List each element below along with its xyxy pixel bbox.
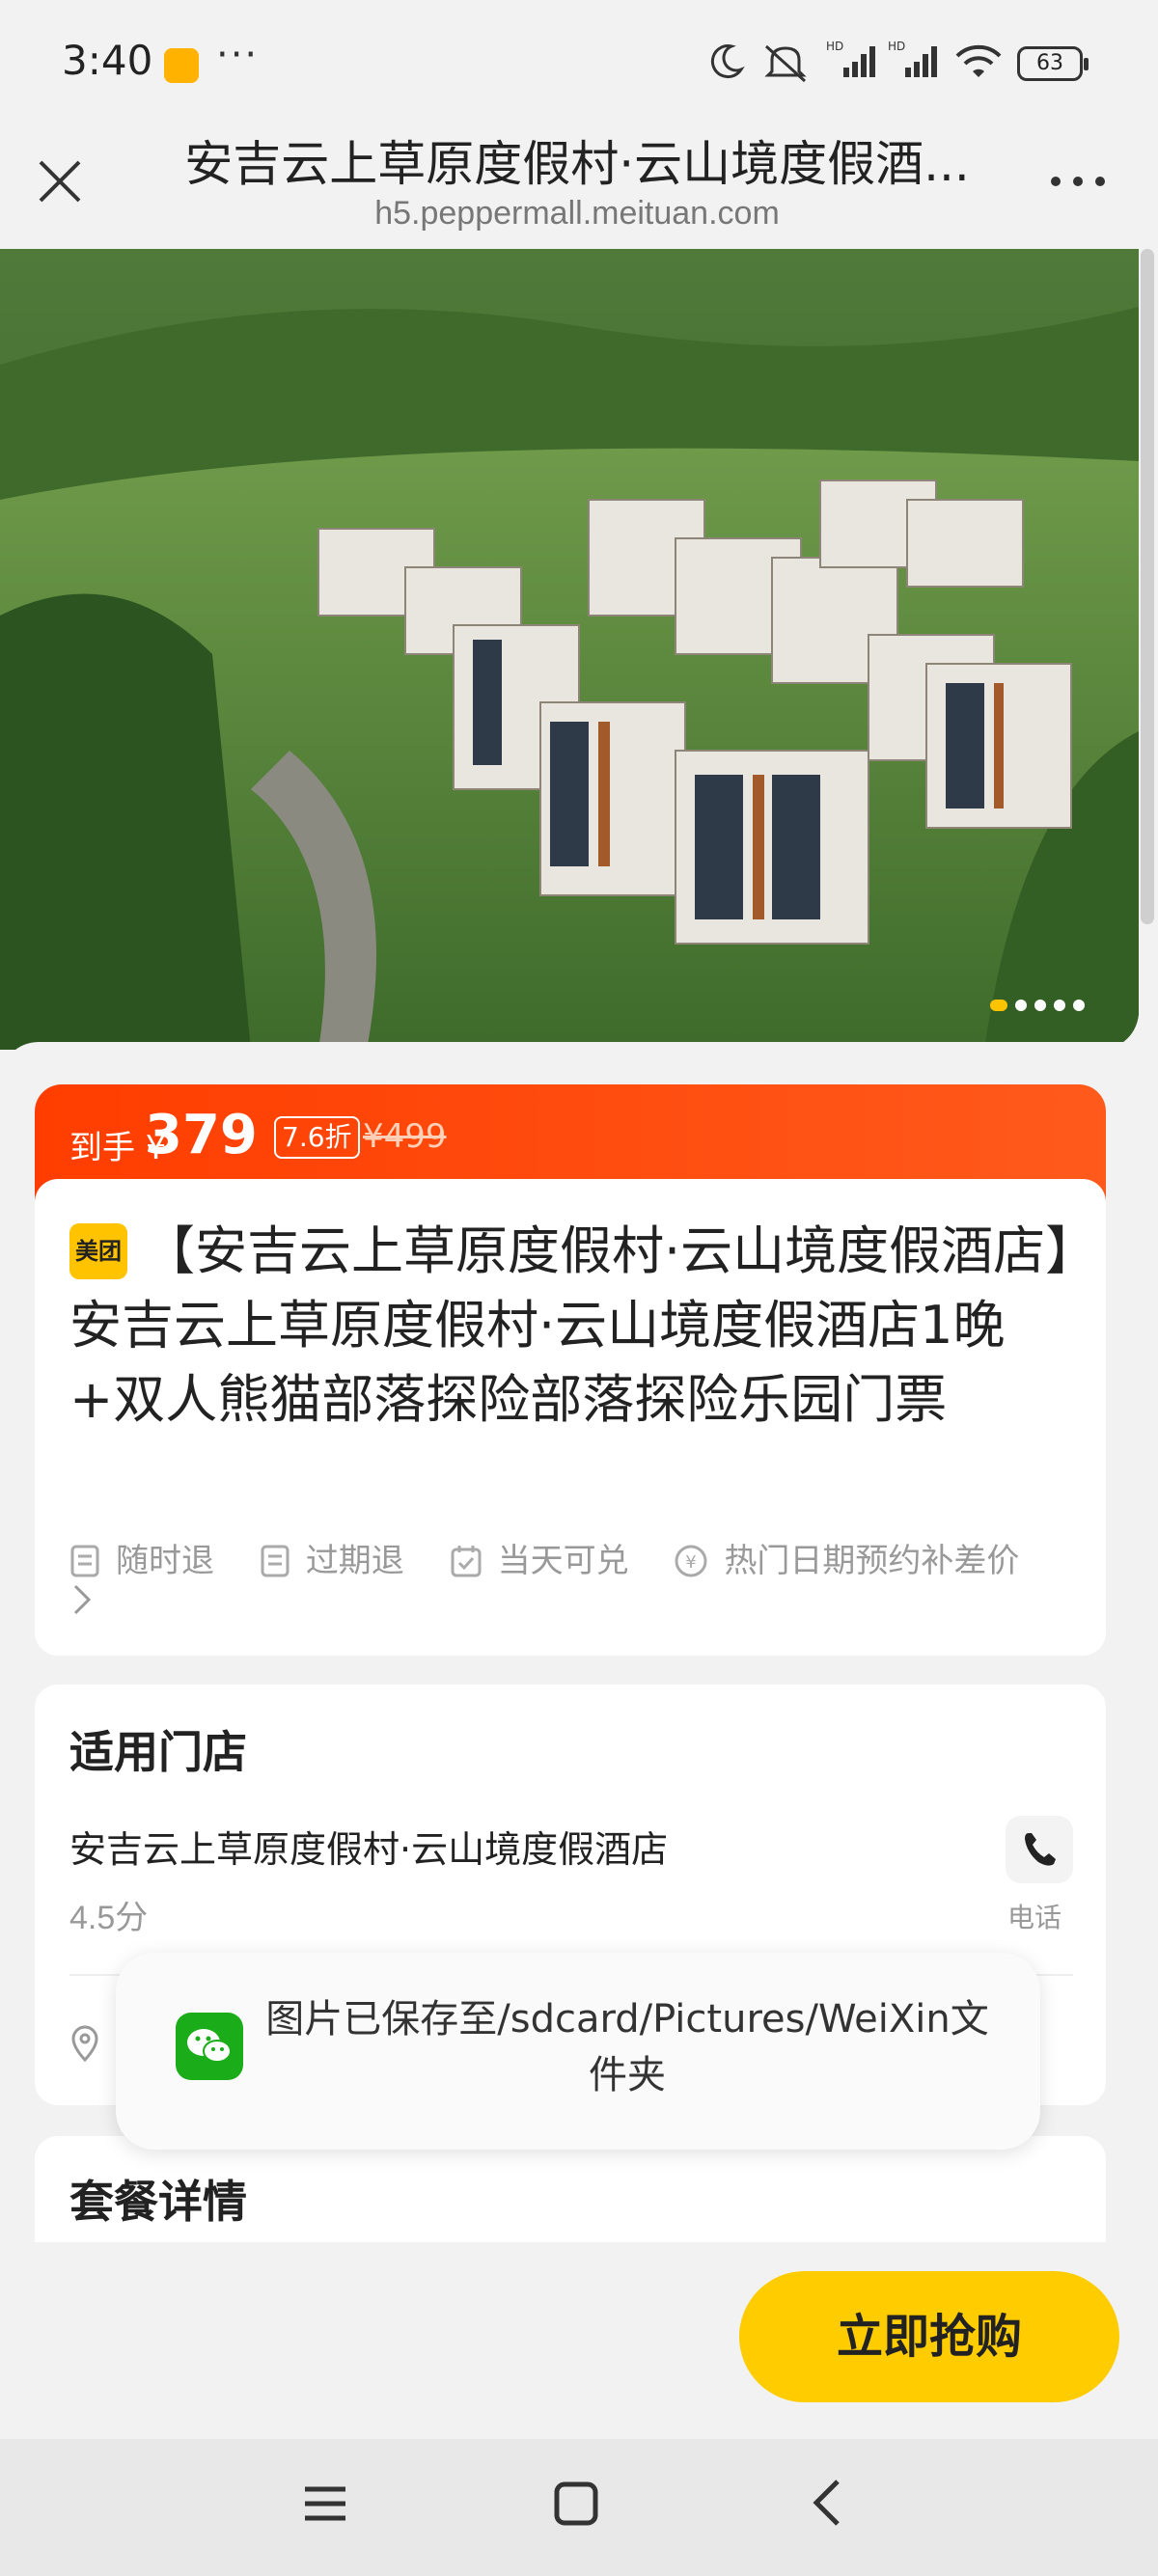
original-price: ¥499 <box>363 1117 447 1156</box>
document-icon <box>70 1545 99 1577</box>
page-url: h5.peppermall.meituan.com <box>374 195 780 232</box>
phone-icon <box>1025 1833 1056 1866</box>
store-score: 4.5分 <box>69 1900 149 1936</box>
discount-badge: 7.6折 <box>274 1116 360 1159</box>
app-notification-icon <box>164 48 199 83</box>
calendar-check-icon <box>451 1546 482 1577</box>
tag-label: 当天可兑 <box>497 1542 629 1580</box>
hero-image[interactable] <box>0 249 1139 1050</box>
carousel-dot[interactable] <box>1054 1000 1065 1011</box>
status-time: 3:40 <box>62 37 153 84</box>
resort-photo <box>0 249 1139 1050</box>
package-section-heading: 套餐详情 <box>69 2176 247 2228</box>
wifi-icon <box>955 44 1002 77</box>
carousel-indicators[interactable] <box>990 1000 1085 1011</box>
buy-now-button[interactable]: 立即抢购 <box>739 2271 1119 2402</box>
svg-text:HD: HD <box>826 40 843 53</box>
home-icon[interactable] <box>552 2480 600 2528</box>
carousel-dot[interactable] <box>1015 1000 1027 1011</box>
carousel-dot[interactable] <box>1034 1000 1046 1011</box>
wechat-icon <box>176 2013 243 2080</box>
page-title: 安吉云上草原度假村·云山境度假酒... <box>184 136 970 192</box>
location-pin-icon <box>71 2025 98 2063</box>
tag-label: 过期退 <box>305 1542 404 1580</box>
battery-icon: 63 <box>1017 46 1089 81</box>
tag-label: 热门日期预约补差价 <box>724 1542 1020 1580</box>
wechat-logo <box>187 2029 232 2063</box>
current-price: 379 <box>145 1104 258 1166</box>
toast-message: 图片已保存至/sdcard/Pictures/WeiXin文件夹 <box>265 1997 989 2097</box>
product-title: 【安吉云上草原度假村·云山境度假酒店】安吉云上草原度假村·云山境度假酒店1晚+双… <box>69 1220 1072 1430</box>
phone-label: 电话 <box>1007 1902 1062 1933</box>
more-notifications-icon: ··· <box>216 33 260 77</box>
svg-text:¥: ¥ <box>686 1552 697 1573</box>
store-name[interactable]: 安吉云上草原度假村·云山境度假酒店 <box>69 1820 668 1873</box>
tag-same-day: 当天可兑 <box>450 1538 629 1584</box>
tag-peak-surcharge: ¥ 热门日期预约补差价 <box>674 1538 1019 1584</box>
phone-button[interactable] <box>1006 1816 1073 1883</box>
store-section-heading: 适用门店 <box>69 1726 247 1778</box>
mute-icon <box>764 44 807 83</box>
hd-signal-icon: HD <box>888 40 937 77</box>
tag-refund-anytime: 随时退 <box>69 1538 214 1584</box>
svg-text:HD: HD <box>888 40 905 53</box>
yuan-coin-icon: ¥ <box>675 1545 707 1577</box>
carousel-dot-active[interactable] <box>990 1000 1007 1011</box>
scrollbar[interactable] <box>1141 249 1154 924</box>
hd-signal-icon: HD <box>826 40 875 77</box>
carousel-dot[interactable] <box>1073 1000 1085 1011</box>
recent-apps-icon[interactable] <box>301 2480 349 2528</box>
back-icon[interactable] <box>807 2476 845 2530</box>
moon-icon <box>710 44 745 79</box>
more-options-icon[interactable] <box>1044 162 1112 201</box>
tag-refund-expired: 过期退 <box>260 1538 404 1584</box>
service-tags[interactable]: 随时退 过期退 当天可兑 ¥ 热门日期预约补差价 <box>69 1538 1092 1591</box>
close-icon[interactable] <box>33 154 87 208</box>
chevron-right-icon[interactable] <box>71 1582 95 1617</box>
document-icon <box>261 1545 290 1577</box>
tag-label: 随时退 <box>116 1542 214 1580</box>
